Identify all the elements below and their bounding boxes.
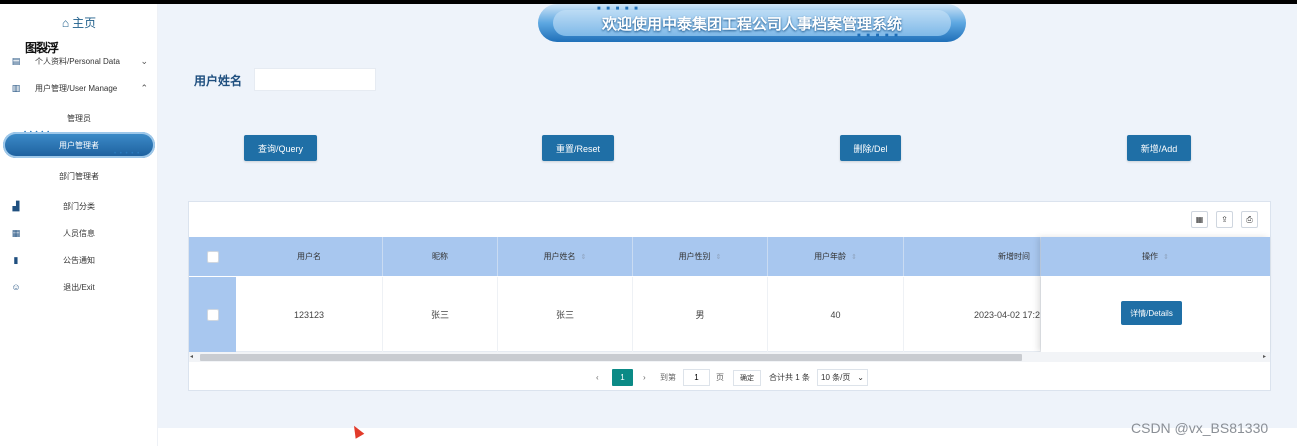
col-gender[interactable]: 用户性别 ⇕ bbox=[633, 237, 768, 276]
sidebar: ⌂ 主页 图裂浮 ▤ 个人资料/Personal Data ⌄ ▥ 用户管理/Us… bbox=[0, 4, 158, 446]
page-size-select[interactable]: 10 条/页 ⌄ bbox=[817, 369, 868, 386]
col-age[interactable]: 用户年龄 ⇕ bbox=[768, 237, 904, 276]
col-action-label: 操作 bbox=[1142, 252, 1159, 261]
decor-dots: • • • • • bbox=[114, 151, 141, 157]
row-select-cell bbox=[189, 277, 236, 352]
sort-icon[interactable]: ⇕ bbox=[716, 253, 722, 261]
sub-item-user-manager-label: 用户管理者 bbox=[59, 140, 99, 150]
print-icon[interactable]: ⎙ bbox=[1241, 211, 1258, 228]
cell-created: 2023-04-02 17:2 bbox=[904, 277, 1041, 352]
cell-nickname: 张三 bbox=[383, 277, 498, 352]
col-gender-label: 用户性别 bbox=[678, 252, 711, 261]
fixed-action-column: 操作 ⇕ 详情/Details bbox=[1041, 237, 1270, 352]
chevron-up-icon: ⌃ bbox=[140, 82, 148, 93]
col-realname[interactable]: 用户姓名 ⇕ bbox=[498, 237, 633, 276]
goto-page-input[interactable] bbox=[683, 369, 710, 386]
id-card-icon: ▤ bbox=[11, 56, 21, 66]
reset-button[interactable]: 重置/Reset bbox=[542, 135, 614, 161]
sort-icon[interactable]: ⇕ bbox=[851, 253, 857, 261]
page-unit-label: 页 bbox=[716, 373, 724, 382]
col-realname-label: 用户姓名 bbox=[543, 252, 576, 261]
prev-page-button[interactable]: ‹ bbox=[596, 369, 599, 386]
chevron-down-icon: ⌄ bbox=[857, 373, 864, 382]
scroll-right-icon[interactable]: ▸ bbox=[1263, 353, 1266, 360]
page-1-button[interactable]: 1 bbox=[612, 369, 633, 386]
cell-age: 40 bbox=[768, 277, 904, 352]
nav-staff-info[interactable]: ▦ 人员信息 bbox=[0, 225, 158, 241]
col-age-label: 用户年龄 bbox=[814, 252, 847, 261]
decor-dots: ■ ■ ■ ■ ■ bbox=[857, 33, 900, 39]
sidebar-home[interactable]: ⌂ 主页 bbox=[0, 14, 158, 31]
sort-icon[interactable]: ⇕ bbox=[1163, 253, 1169, 261]
export-icon[interactable]: ⇪ bbox=[1216, 211, 1233, 228]
nav-staff-info-label: 人员信息 bbox=[63, 228, 95, 238]
scrollbar-thumb[interactable] bbox=[200, 354, 1022, 361]
add-button[interactable]: 新增/Add bbox=[1127, 135, 1191, 161]
next-page-button[interactable]: › bbox=[643, 369, 646, 386]
chevron-down-icon: ⌄ bbox=[140, 55, 148, 66]
page-size-value: 10 条/页 bbox=[821, 373, 851, 382]
select-all-checkbox[interactable] bbox=[206, 250, 219, 263]
col-nickname[interactable]: 昵称 bbox=[383, 237, 498, 276]
nav-notices[interactable]: ▮ 公告通知 bbox=[0, 252, 158, 268]
goto-label: 到第 bbox=[660, 373, 676, 382]
menu-user-manage[interactable]: ▥ 用户管理/User Manage ⌃ bbox=[0, 77, 158, 99]
sub-item-dept-manager[interactable]: 部门管理者 bbox=[0, 171, 158, 182]
sub-item-admin[interactable]: 管理员 bbox=[0, 113, 158, 124]
sort-icon[interactable]: ⇕ bbox=[581, 253, 587, 261]
menu-personal-data[interactable]: ▤ 个人资料/Personal Data ⌄ bbox=[0, 50, 158, 72]
goto-confirm-button[interactable]: 确定 bbox=[733, 370, 761, 386]
select-all-cell bbox=[189, 237, 236, 276]
nav-notices-label: 公告通知 bbox=[63, 255, 95, 265]
nav-dept-category[interactable]: ▟ 部门分类 bbox=[0, 198, 158, 214]
delete-button[interactable]: 删除/Del bbox=[840, 135, 901, 161]
total-count: 合计共 1 条 bbox=[769, 373, 810, 382]
bottom-strip bbox=[158, 428, 1297, 446]
menu-user-manage-label: 用户管理/User Manage bbox=[35, 83, 118, 93]
watermark: CSDN @vx_BS81330 bbox=[1131, 420, 1269, 436]
nav-exit[interactable]: ☺ 退出/Exit bbox=[0, 279, 158, 295]
nav-dept-category-label: 部门分类 bbox=[63, 201, 95, 211]
col-created[interactable]: 新增时间 bbox=[904, 237, 1041, 276]
cell-username: 123123 bbox=[236, 277, 383, 352]
scroll-left-icon[interactable]: ◂ bbox=[190, 353, 193, 360]
home-label: 主页 bbox=[72, 16, 97, 30]
user-clipboard-icon: ▥ bbox=[11, 83, 21, 93]
details-button[interactable]: 详情/Details bbox=[1121, 301, 1182, 325]
query-button[interactable]: 查询/Query bbox=[244, 135, 317, 161]
col-created-label: 新增时间 bbox=[998, 252, 1030, 261]
row-checkbox[interactable] bbox=[206, 308, 219, 321]
col-nickname-label: 昵称 bbox=[432, 252, 448, 261]
col-action[interactable]: 操作 ⇕ bbox=[1041, 237, 1270, 276]
search-input[interactable] bbox=[254, 68, 376, 91]
cell-gender: 男 bbox=[633, 277, 768, 352]
columns-filter-icon[interactable]: ▦ bbox=[1191, 211, 1208, 228]
nav-exit-label: 退出/Exit bbox=[63, 282, 95, 292]
col-username-label: 用户名 bbox=[297, 252, 321, 261]
cell-realname: 张三 bbox=[498, 277, 633, 352]
col-username[interactable]: 用户名 bbox=[236, 237, 383, 276]
search-label: 用户姓名 bbox=[194, 74, 243, 88]
decor-dots: ■ ■ ■ ■ ■ bbox=[597, 6, 640, 12]
home-icon: ⌂ bbox=[61, 16, 70, 30]
menu-personal-data-label: 个人资料/Personal Data bbox=[35, 56, 120, 66]
